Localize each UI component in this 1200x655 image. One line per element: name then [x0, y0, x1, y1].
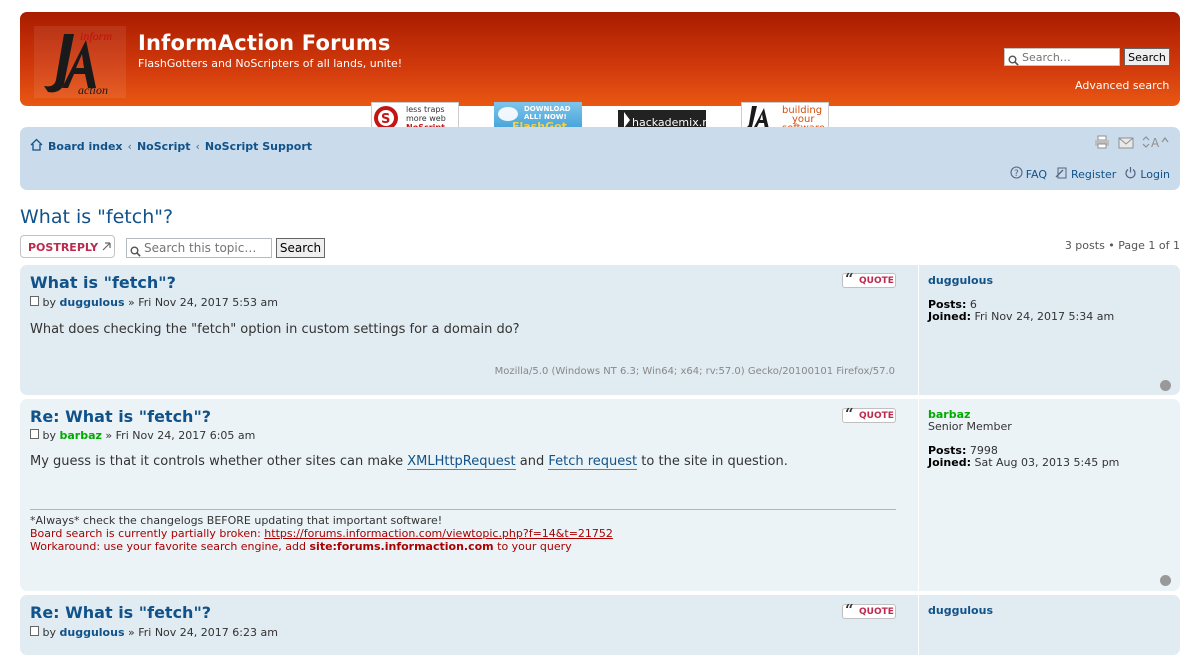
site-description: FlashGotters and NoScripters of all land…	[138, 57, 403, 70]
signature-line: Board search is currently partially brok…	[30, 527, 613, 540]
site-title[interactable]: InformAction Forums	[138, 31, 391, 55]
post-profile: duggulous Posts: 6 Joined: Fri Nov 24, 2…	[918, 265, 1114, 395]
post-icon[interactable]	[30, 296, 39, 309]
navbar: Board index ‹ NoScript ‹ NoScript Suppor…	[20, 127, 1180, 190]
user-agent: Mozilla/5.0 (Windows NT 6.3; Win64; x64;…	[494, 366, 895, 377]
reply-arrow-icon	[102, 241, 111, 254]
post-icon[interactable]	[30, 626, 39, 639]
quote-icon: “	[845, 601, 854, 619]
quote-button[interactable]: “ QUOTE	[842, 405, 896, 423]
site-header: inform action InformAction Forums FlashG…	[20, 12, 1180, 106]
topic-search-input[interactable]	[126, 238, 272, 258]
post-signature: *Always* check the changelogs BEFORE upd…	[30, 509, 896, 553]
email-icon[interactable]	[1118, 134, 1134, 153]
signature-link[interactable]: https://forums.informaction.com/viewtopi…	[264, 527, 613, 540]
profile-joined: Joined: Sat Aug 03, 2013 5:45 pm	[928, 456, 1120, 469]
post-title[interactable]: Re: What is "fetch"?	[30, 407, 211, 426]
post-reply-label: POSTREPLY	[28, 241, 99, 254]
post-author-line: by duggulous » Fri Nov 24, 2017 6:23 am	[30, 626, 278, 639]
post-content: My guess is that it controls whether oth…	[30, 454, 788, 470]
advanced-search-link[interactable]: Advanced search	[1075, 79, 1169, 92]
svg-text:more web: more web	[406, 114, 446, 123]
post: Re: What is "fetch"? by duggulous » Fri …	[20, 595, 1180, 655]
quote-button[interactable]: “ QUOTE	[842, 270, 896, 288]
print-icon[interactable]	[1094, 134, 1110, 153]
post-author-line: by barbaz » Fri Nov 24, 2017 6:05 am	[30, 429, 255, 442]
quote-icon: “	[845, 405, 854, 423]
post-icon[interactable]	[30, 429, 39, 442]
svg-text:DOWNLOAD: DOWNLOAD	[524, 105, 571, 113]
post-author[interactable]: barbaz	[60, 429, 102, 442]
post-reply-button[interactable]: POSTREPLY	[20, 235, 115, 258]
post-content: What does checking the "fetch" option in…	[30, 322, 520, 337]
back-to-top-icon[interactable]	[1160, 380, 1171, 391]
post-date: » Fri Nov 24, 2017 6:05 am	[105, 429, 256, 442]
signature-line: Workaround: use your favorite search eng…	[30, 540, 572, 553]
user-links: ? FAQ Register Login	[1010, 166, 1170, 182]
post-date: » Fri Nov 24, 2017 5:53 am	[128, 296, 278, 309]
breadcrumb-separator: ‹	[195, 139, 200, 153]
header-search-input[interactable]	[1004, 48, 1120, 66]
svg-text:less traps: less traps	[406, 105, 445, 114]
post: What is "fetch"? by duggulous » Fri Nov …	[20, 265, 1180, 395]
faq-link[interactable]: FAQ	[1026, 168, 1047, 181]
post-author[interactable]: duggulous	[60, 296, 125, 309]
faq-icon: ?	[1010, 166, 1023, 182]
breadcrumb-noscript-support[interactable]: NoScript Support	[205, 140, 312, 153]
svg-text:?: ?	[1014, 169, 1019, 179]
post-author[interactable]: duggulous	[60, 626, 125, 639]
signature-line: *Always* check the changelogs BEFORE upd…	[30, 514, 443, 527]
post-author-line: by duggulous » Fri Nov 24, 2017 5:53 am	[30, 296, 278, 309]
search-icon	[130, 242, 141, 261]
font-size-icon[interactable]: A	[1142, 134, 1170, 153]
pagination-info: 3 posts • Page 1 of 1	[1064, 239, 1180, 252]
profile-joined: Joined: Fri Nov 24, 2017 5:34 am	[928, 310, 1115, 323]
post-profile: barbaz Senior Member Posts: 7998 Joined:…	[918, 399, 1119, 591]
post: Re: What is "fetch"? by barbaz » Fri Nov…	[20, 399, 1180, 591]
post-title[interactable]: What is "fetch"?	[30, 273, 176, 292]
register-icon	[1055, 166, 1068, 182]
register-link[interactable]: Register	[1071, 168, 1116, 181]
svg-text:S: S	[381, 112, 390, 127]
back-to-top-icon[interactable]	[1160, 575, 1171, 586]
home-icon	[30, 138, 43, 154]
svg-text:inform: inform	[80, 29, 112, 43]
quote-button[interactable]: “ QUOTE	[842, 601, 896, 619]
power-icon	[1124, 166, 1137, 182]
profile-username[interactable]: duggulous	[928, 604, 993, 617]
svg-text:action: action	[78, 83, 108, 97]
page-tools: A	[1094, 134, 1170, 153]
site-logo[interactable]: inform action	[34, 26, 126, 98]
xmlhttprequest-link[interactable]: XMLHttpRequest	[407, 454, 516, 470]
breadcrumb-board-index[interactable]: Board index	[48, 140, 123, 153]
breadcrumb-noscript[interactable]: NoScript	[137, 140, 191, 153]
profile-username[interactable]: duggulous	[928, 274, 993, 287]
breadcrumb-separator: ‹	[127, 139, 132, 153]
post-profile: duggulous	[918, 595, 993, 655]
svg-text:A: A	[1151, 136, 1160, 149]
profile-rank: Senior Member	[928, 420, 1012, 433]
topic-search-button[interactable]: Search	[276, 238, 325, 258]
quote-icon: “	[845, 270, 854, 288]
page-title[interactable]: What is "fetch"?	[20, 206, 173, 228]
login-link[interactable]: Login	[1140, 168, 1170, 181]
post-title[interactable]: Re: What is "fetch"?	[30, 603, 211, 622]
search-icon	[1008, 51, 1019, 70]
post-date: » Fri Nov 24, 2017 6:23 am	[128, 626, 278, 639]
header-search-button[interactable]: Search	[1124, 48, 1170, 66]
fetch-request-link[interactable]: Fetch request	[548, 454, 638, 470]
breadcrumb: Board index ‹ NoScript ‹ NoScript Suppor…	[30, 138, 312, 154]
